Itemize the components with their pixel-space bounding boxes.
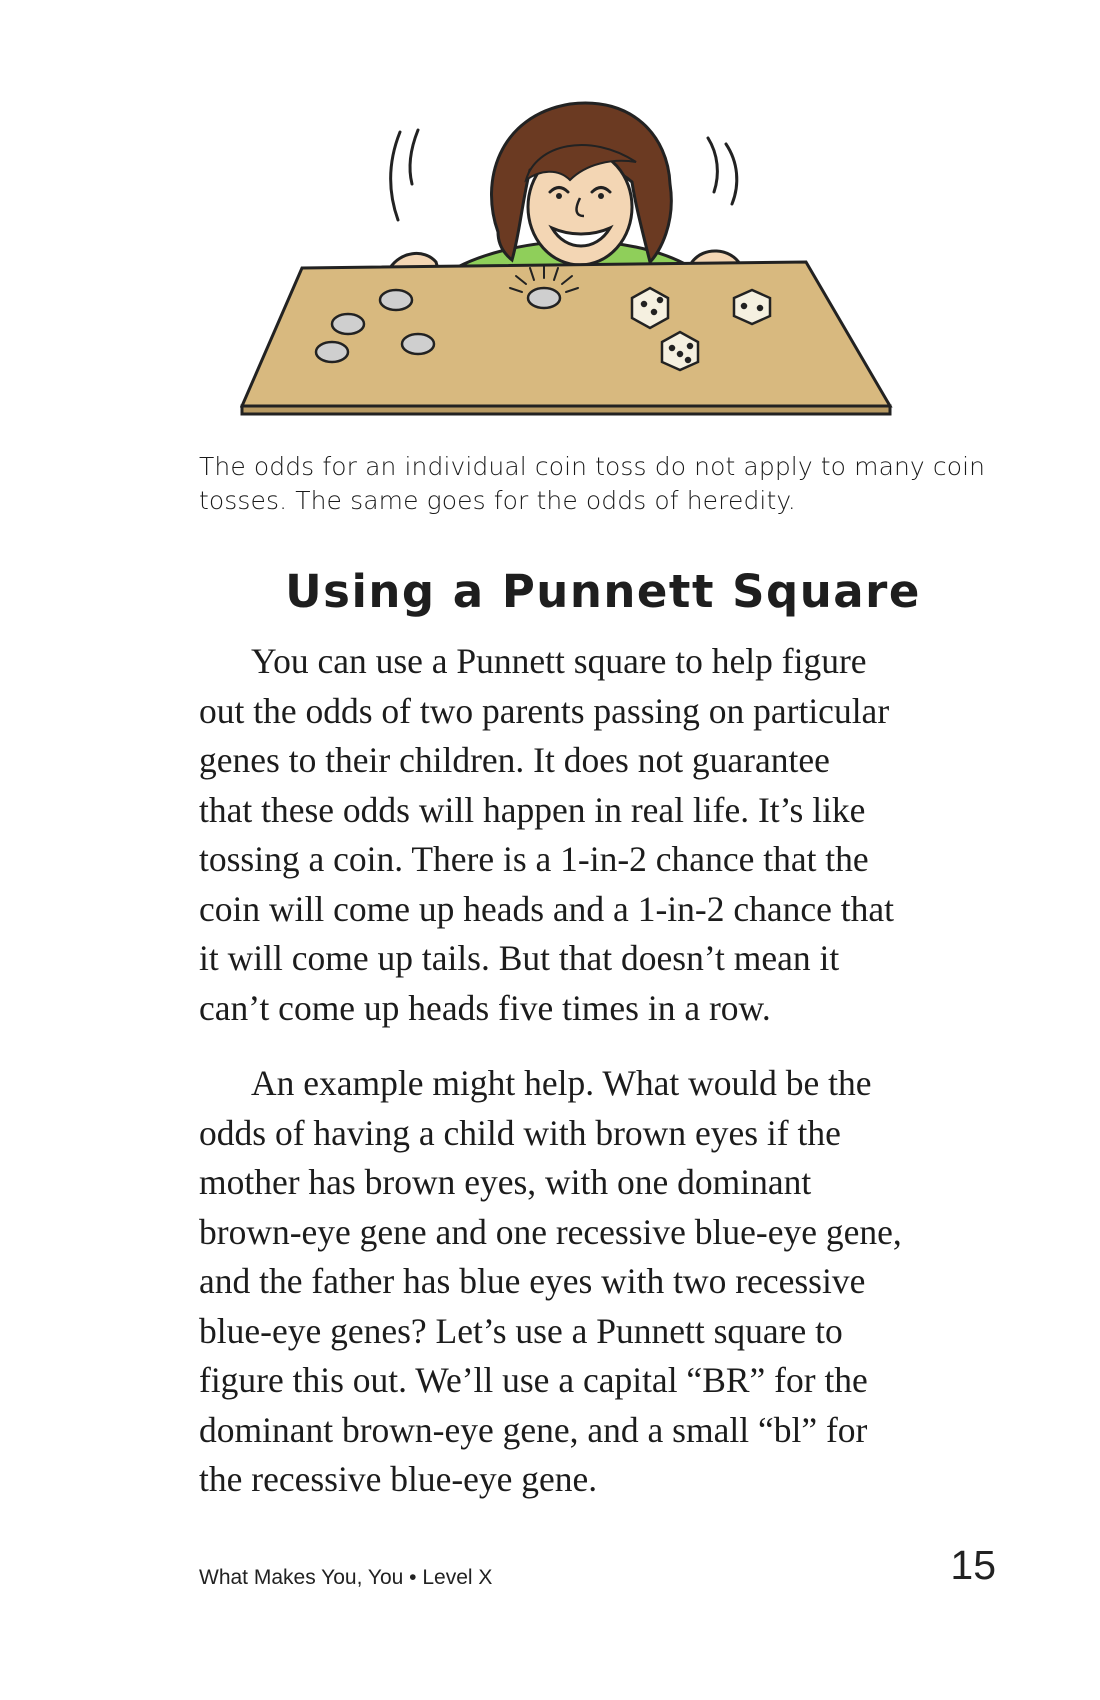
body-paragraph: You can use a Punnett square to help fig… xyxy=(199,637,1019,1033)
paragraph-line: that these odds will happen in real life… xyxy=(199,789,866,830)
table-top-shape xyxy=(240,260,893,408)
paragraph-line: and the father has blue eyes with two re… xyxy=(199,1261,866,1301)
paragraph-line: figure this out. We’ll use a capital “BR… xyxy=(199,1360,868,1400)
paragraph-line: An example might help. What would be the xyxy=(251,1063,872,1103)
paragraph-line: tossing a coin. There is a 1-in-2 chance… xyxy=(199,839,869,879)
caption-line: tosses. The same goes for the odds of he… xyxy=(199,486,796,515)
paragraph-line: odds of having a child with brown eyes i… xyxy=(199,1112,841,1153)
illustration-caption: The odds for an individual coin toss do … xyxy=(199,450,989,518)
paragraph-line: out the odds of two parents passing on p… xyxy=(199,690,890,731)
paragraph-line: the recessive blue-eye gene. xyxy=(199,1459,598,1499)
paragraph-line: You can use a Punnett square to help fig… xyxy=(251,641,867,681)
motion-lines-left-icon xyxy=(389,128,420,222)
paragraph-line: mother has brown eyes, with one dominant xyxy=(199,1162,812,1202)
paragraph-line: brown-eye gene and one recessive blue-ey… xyxy=(199,1211,902,1252)
motion-lines-right-icon xyxy=(706,136,739,206)
paragraph-line: it will come up tails. But that doesn’t … xyxy=(199,938,840,978)
girl-with-coins-and-dice-illustration xyxy=(240,101,893,416)
paragraph-line: dominant brown-eye gene, and a small “bl… xyxy=(199,1409,868,1450)
paragraph-line: genes to their children. It does not gua… xyxy=(199,740,830,780)
paragraph-line: coin will come up heads and a 1-in-2 cha… xyxy=(199,888,894,929)
caption-line: The odds for an individual coin toss do … xyxy=(199,452,986,481)
body-paragraph: An example might help. What would be the… xyxy=(199,1059,1019,1505)
paragraph-line: can’t come up heads five times in a row. xyxy=(199,987,771,1028)
page-number: 15 xyxy=(950,1542,996,1588)
footer-book-title: What Makes You, You • Level X xyxy=(199,1566,493,1589)
table-edge-shape xyxy=(240,404,892,416)
section-heading: Using a Punnett Square xyxy=(285,565,921,618)
paragraph-line: blue-eye genes? Let’s use a Punnett squa… xyxy=(199,1310,843,1351)
